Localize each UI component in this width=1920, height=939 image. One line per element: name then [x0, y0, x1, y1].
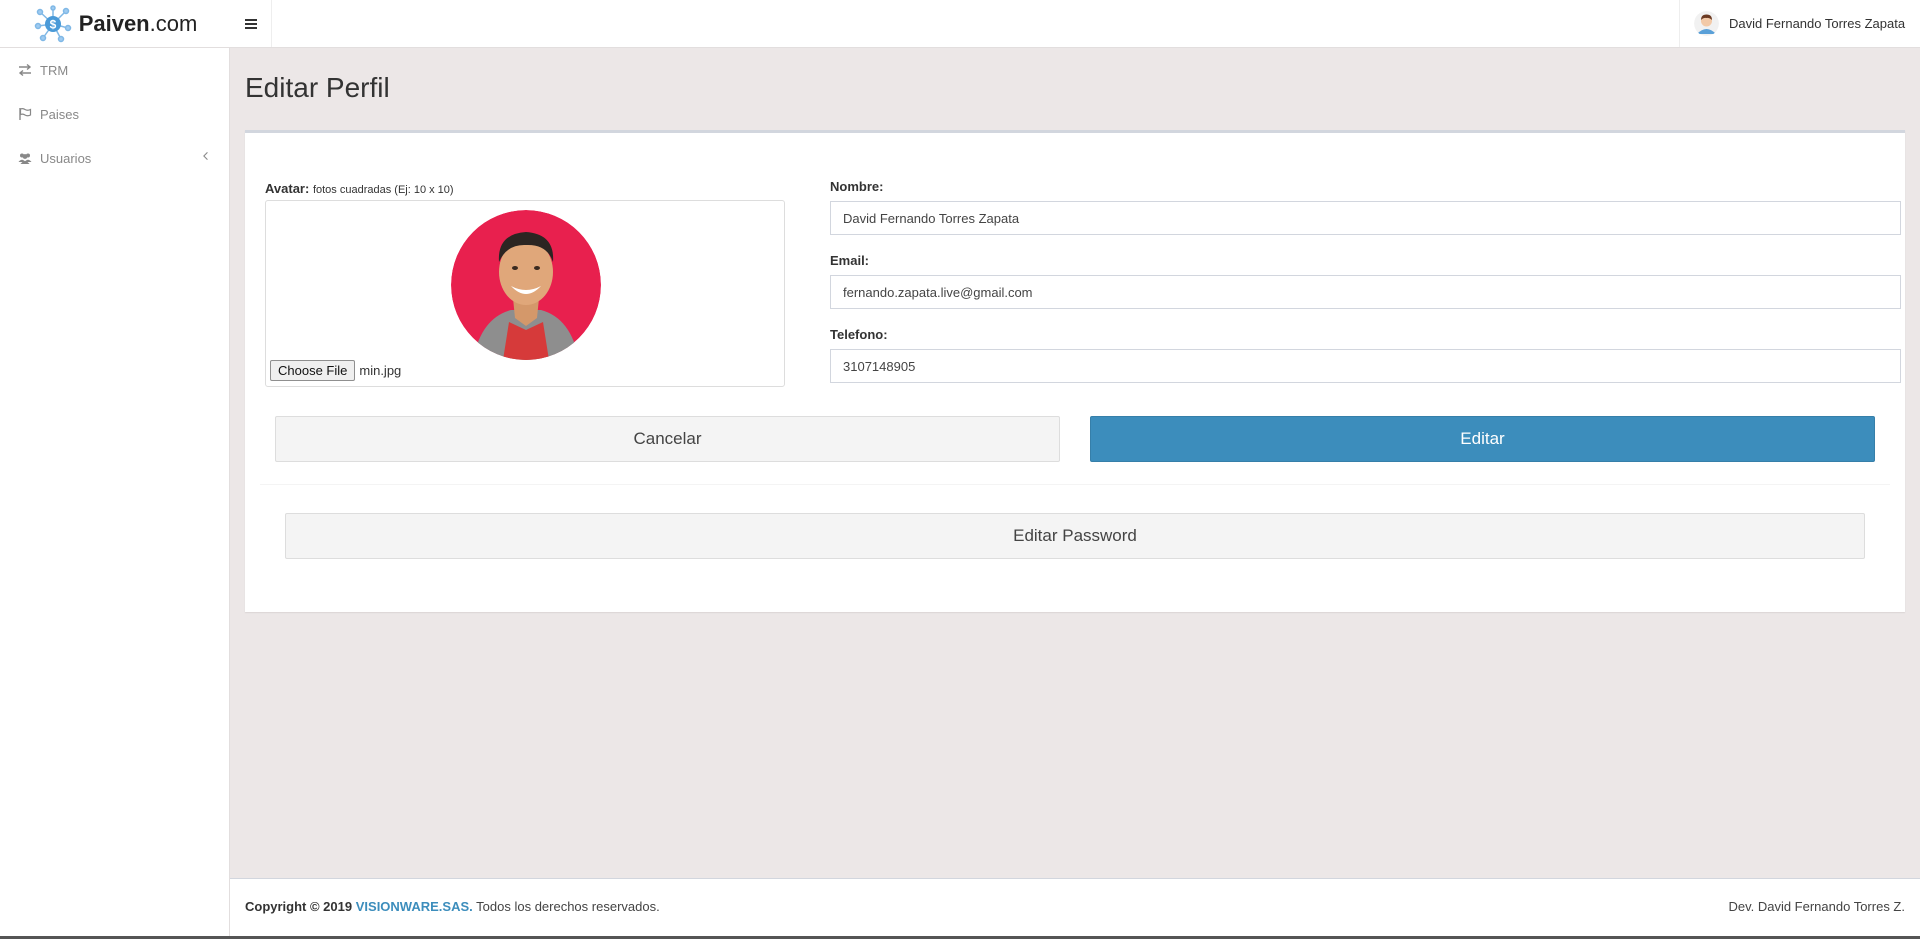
email-input[interactable] — [830, 275, 1901, 309]
sidebar-toggle-button[interactable] — [230, 0, 272, 47]
company-link[interactable]: VISIONWARE.SAS. — [356, 899, 473, 914]
top-header: $ Paiven.com David Fernando Torres Zapat… — [0, 0, 1920, 48]
footer: Copyright © 2019 VISIONWARE.SAS. Todos l… — [230, 878, 1920, 936]
main-content: Editar Perfil Avatar: fotos cuadradas (E… — [230, 48, 1920, 878]
profile-form-card: Avatar: fotos cuadradas (Ej: 10 x 10) Ch… — [245, 130, 1905, 612]
user-avatar-icon — [1694, 11, 1719, 36]
users-icon — [18, 153, 32, 164]
nombre-input[interactable] — [830, 201, 1901, 235]
sidebar-item-trm[interactable]: TRM — [0, 48, 229, 92]
chevron-left-icon — [203, 152, 208, 160]
sidebar-item-label: TRM — [40, 62, 69, 78]
brand-logo-link[interactable]: $ Paiven.com — [0, 0, 230, 48]
avatar-hint: fotos cuadradas (Ej: 10 x 10) — [312, 184, 454, 196]
edit-submit-button[interactable]: Editar — [1090, 416, 1875, 462]
avatar-upload-box: Choose File min.jpg — [265, 200, 785, 387]
nombre-label: Nombre: — [830, 179, 884, 194]
email-label: Email: — [830, 253, 870, 268]
flag-icon — [19, 108, 32, 120]
user-name: David Fernando Torres Zapata — [1729, 16, 1906, 31]
svg-text:$: $ — [49, 18, 56, 32]
telefono-label: Telefono: — [830, 327, 888, 342]
hamburger-icon — [244, 18, 257, 29]
footer-copyright: Copyright © 2019 VISIONWARE.SAS. Todos l… — [245, 899, 660, 914]
sidebar: TRM Paises Usuarios — [0, 48, 230, 939]
network-dollar-icon: $ — [34, 5, 71, 43]
file-name: min.jpg — [359, 363, 402, 378]
cancel-button[interactable]: Cancelar — [275, 416, 1060, 462]
sidebar-item-label: Usuarios — [40, 150, 92, 166]
avatar-photo — [451, 210, 601, 360]
sidebar-item-paises[interactable]: Paises — [0, 92, 229, 136]
choose-file-button[interactable]: Choose File — [270, 360, 356, 381]
telefono-input[interactable] — [830, 349, 1901, 383]
sidebar-item-usuarios[interactable]: Usuarios — [0, 136, 229, 180]
footer-dev: Dev. David Fernando Torres Z. — [1728, 899, 1905, 914]
file-picker: Choose File min.jpg — [270, 360, 401, 381]
user-menu[interactable]: David Fernando Torres Zapata — [1679, 0, 1920, 47]
edit-password-button[interactable]: Editar Password — [285, 513, 1865, 559]
sidebar-item-label: Paises — [40, 106, 80, 122]
brand-name: Paiven.com — [78, 11, 198, 36]
divider — [260, 484, 1890, 485]
page-title: Editar Perfil — [245, 72, 390, 103]
exchange-icon — [18, 63, 32, 77]
avatar-label: Avatar: fotos cuadradas (Ej: 10 x 10) — [265, 181, 454, 196]
